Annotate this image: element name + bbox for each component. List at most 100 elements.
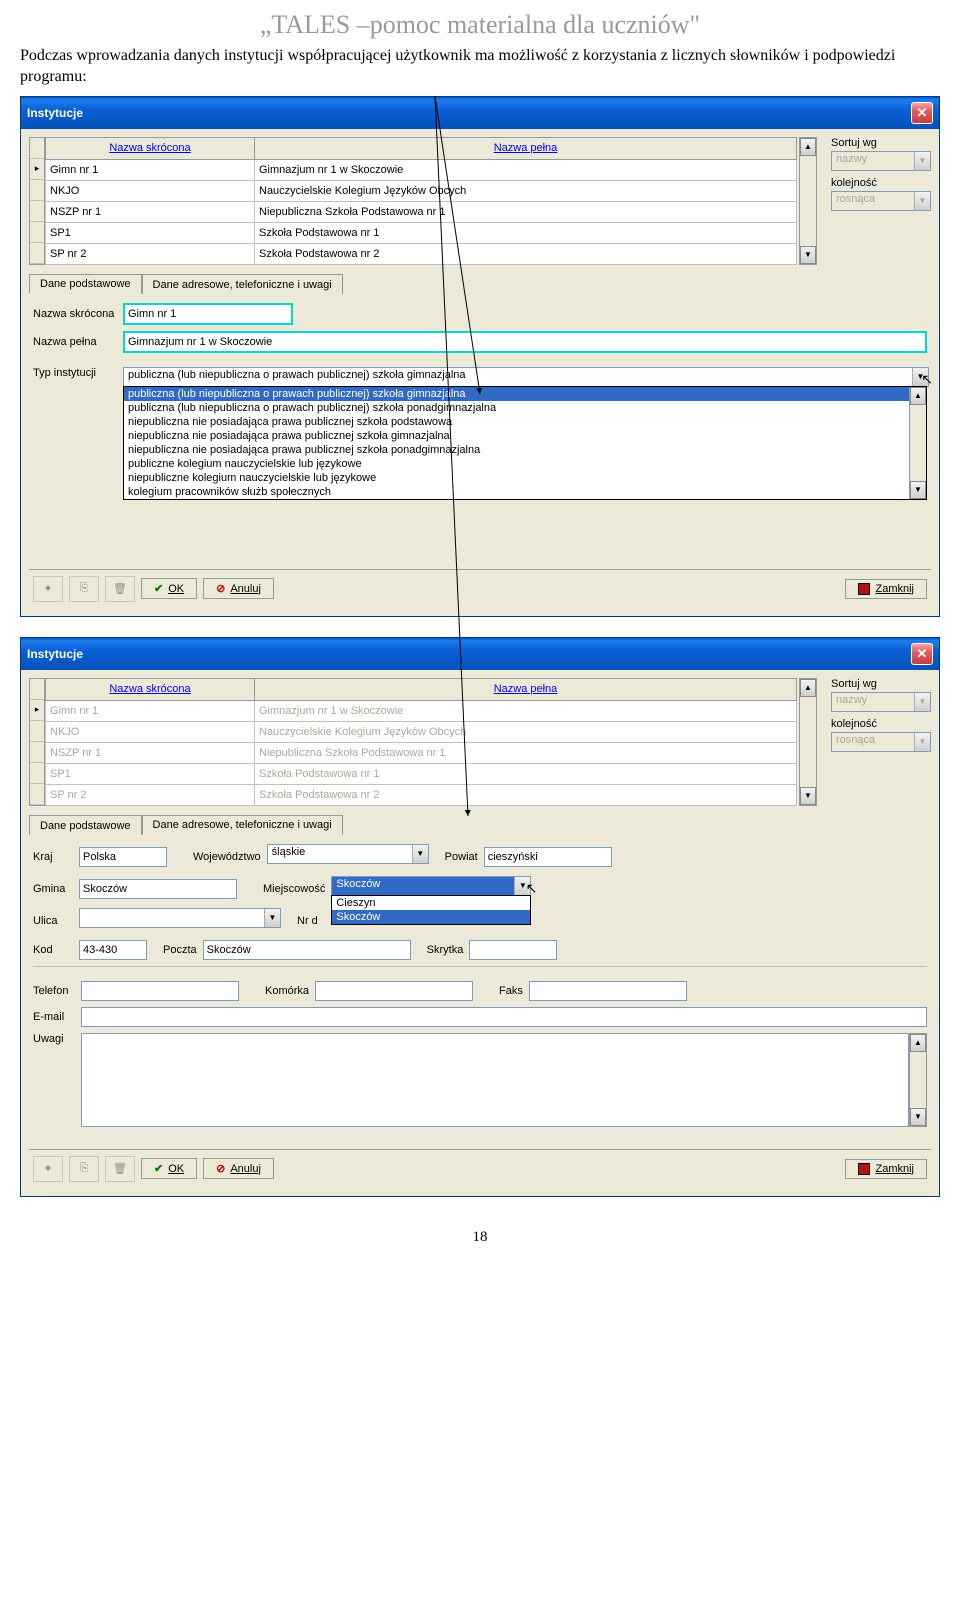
telefon-input[interactable] (81, 981, 239, 1001)
table-row[interactable]: SP1Szkoła Podstawowa nr 1 (46, 222, 797, 243)
col-full[interactable]: Nazwa pełna (255, 137, 797, 159)
label-woj: Województwo (193, 851, 261, 863)
scrollbar[interactable]: ▲ ▼ (799, 137, 817, 265)
label-email: E-mail (33, 1011, 75, 1023)
label-uwagi: Uwagi (33, 1033, 75, 1045)
close-button[interactable]: Zamknij (845, 1159, 927, 1179)
new-icon: ✦ (33, 576, 63, 602)
list-item[interactable]: niepubliczna nie posiadająca prawa publi… (124, 443, 910, 457)
window-title: Instytucje (27, 106, 83, 120)
order-combo[interactable]: rosnąca▼ (831, 191, 931, 211)
miej-dropdown-list[interactable]: Cieszyn Skoczów (331, 895, 531, 925)
skrytka-input[interactable] (469, 940, 557, 960)
titlebar[interactable]: Instytucje ✕ (21, 638, 939, 670)
doc-description: Podczas wprowadzania danych instytucji w… (0, 46, 960, 96)
scroll-down-icon[interactable]: ▼ (800, 787, 816, 805)
chevron-down-icon[interactable]: ▼ (914, 152, 930, 170)
pow-input[interactable] (484, 847, 612, 867)
kraj-input[interactable] (79, 847, 167, 867)
table-row[interactable]: NKJONauczycielskie Kolegium Języków Obcy… (46, 180, 797, 201)
col-short[interactable]: Nazwa skrócona (46, 678, 255, 700)
chevron-down-icon[interactable]: ▼ (514, 877, 530, 895)
table-row[interactable]: NSZP nr 1Niepubliczna Szkoła Podstawowa … (46, 742, 797, 763)
label-komorka: Komórka (265, 985, 309, 997)
scroll-down-icon[interactable]: ▼ (800, 246, 816, 264)
ulica-combo[interactable]: ▼ (79, 908, 281, 928)
sort-by-combo[interactable]: nazwy▼ (831, 692, 931, 712)
window-title: Instytucje (27, 647, 83, 661)
list-item[interactable]: publiczna (lub niepubliczna o prawach pu… (124, 387, 910, 401)
chevron-down-icon[interactable]: ▼ (264, 909, 280, 927)
order-combo[interactable]: rosnąca▼ (831, 732, 931, 752)
close-button[interactable]: Zamknij (845, 579, 927, 599)
tab-basic[interactable]: Dane podstawowe (29, 274, 142, 294)
uwagi-textarea[interactable] (81, 1033, 909, 1127)
copy-icon: ⎘ (69, 1156, 99, 1182)
close-square-icon (858, 583, 870, 595)
cancel-button[interactable]: ⊘Anuluj (203, 1158, 274, 1179)
type-dropdown-list[interactable]: publiczna (lub niepubliczna o prawach pu… (123, 386, 927, 500)
institutions-table[interactable]: Nazwa skrócona Nazwa pełna Gimn nr 1Gimn… (45, 678, 797, 806)
table-row[interactable]: Gimn nr 1Gimnazjum nr 1 w Skoczowie (46, 159, 797, 180)
table-row[interactable]: SP nr 2Szkoła Podstawowa nr 2 (46, 243, 797, 264)
list-item[interactable]: Skoczów (332, 910, 530, 924)
woj-combo[interactable]: śląskie▼ (267, 844, 429, 864)
full-name-input[interactable] (123, 331, 927, 353)
cancel-icon: ⊘ (216, 582, 225, 595)
table-row[interactable]: SP1Szkoła Podstawowa nr 1 (46, 763, 797, 784)
titlebar[interactable]: Instytucje ✕ (21, 97, 939, 129)
ok-button[interactable]: ✔OK (141, 578, 197, 599)
tab-address[interactable]: Dane adresowe, telefoniczne i uwagi (142, 274, 343, 294)
gmina-input[interactable] (79, 879, 237, 899)
col-short[interactable]: Nazwa skrócona (46, 137, 255, 159)
list-item[interactable]: niepubliczna nie posiadająca prawa publi… (124, 415, 910, 429)
chevron-down-icon[interactable]: ▼ (914, 693, 930, 711)
label-faks: Faks (499, 985, 523, 997)
col-full[interactable]: Nazwa pełna (255, 678, 797, 700)
list-item[interactable]: Cieszyn (332, 896, 530, 910)
poczta-input[interactable] (203, 940, 411, 960)
chevron-down-icon[interactable]: ▼ (412, 845, 428, 863)
scroll-up-icon[interactable]: ▲ (800, 138, 816, 156)
ok-button[interactable]: ✔OK (141, 1158, 197, 1179)
sort-by-combo[interactable]: nazwy▼ (831, 151, 931, 171)
copy-icon: ⎘ (69, 576, 99, 602)
scrollbar[interactable]: ▲ ▼ (909, 1033, 927, 1127)
table-row[interactable]: NSZP nr 1Niepubliczna Szkoła Podstawowa … (46, 201, 797, 222)
table-row[interactable]: NKJONauczycielskie Kolegium Języków Obcy… (46, 721, 797, 742)
close-icon[interactable]: ✕ (911, 643, 933, 665)
window-instytucje-1: Instytucje ✕ ▸ Nazwa skrócona Nazwa pełn… (20, 96, 940, 617)
table-row[interactable]: Gimn nr 1Gimnazjum nr 1 w Skoczowie (46, 700, 797, 721)
tab-address[interactable]: Dane adresowe, telefoniczne i uwagi (142, 815, 343, 835)
scroll-up-icon[interactable]: ▲ (800, 679, 816, 697)
scrollbar[interactable]: ▲ ▼ (799, 678, 817, 806)
short-name-input[interactable] (123, 303, 293, 325)
institutions-table[interactable]: Nazwa skrócona Nazwa pełna Gimn nr 1Gimn… (45, 137, 797, 265)
close-icon[interactable]: ✕ (911, 102, 933, 124)
row-marker-current: ▸ (30, 159, 44, 180)
label-type: Typ instytucji (33, 367, 117, 379)
cancel-button[interactable]: ⊘Anuluj (203, 578, 274, 599)
label-kraj: Kraj (33, 851, 73, 863)
scroll-up-icon[interactable]: ▲ (910, 387, 926, 405)
list-item[interactable]: kolegium pracowników służb społecznych (124, 485, 910, 499)
faks-input[interactable] (529, 981, 687, 1001)
miej-combo[interactable]: Skoczów▼ (331, 876, 531, 896)
komorka-input[interactable] (315, 981, 473, 1001)
type-dropdown[interactable]: publiczna (lub niepubliczna o prawach pu… (123, 367, 929, 387)
table-row[interactable]: SP nr 2Szkoła Podstawowa nr 2 (46, 784, 797, 805)
label-nrd: Nr d (297, 915, 318, 927)
chevron-down-icon[interactable]: ▼ (912, 368, 928, 386)
list-item[interactable]: publiczne kolegium nauczycielskie lub ję… (124, 457, 910, 471)
scroll-up-icon[interactable]: ▲ (910, 1034, 926, 1052)
email-input[interactable] (81, 1007, 927, 1027)
tab-basic[interactable]: Dane podstawowe (29, 815, 142, 835)
chevron-down-icon[interactable]: ▼ (914, 192, 930, 210)
scroll-down-icon[interactable]: ▼ (910, 481, 926, 499)
scroll-down-icon[interactable]: ▼ (910, 1108, 926, 1126)
list-item[interactable]: niepubliczna nie posiadająca prawa publi… (124, 429, 910, 443)
list-item[interactable]: niepubliczne kolegium nauczycielskie lub… (124, 471, 910, 485)
chevron-down-icon[interactable]: ▼ (914, 733, 930, 751)
kod-input[interactable] (79, 940, 147, 960)
list-item[interactable]: publiczna (lub niepubliczna o prawach pu… (124, 401, 910, 415)
